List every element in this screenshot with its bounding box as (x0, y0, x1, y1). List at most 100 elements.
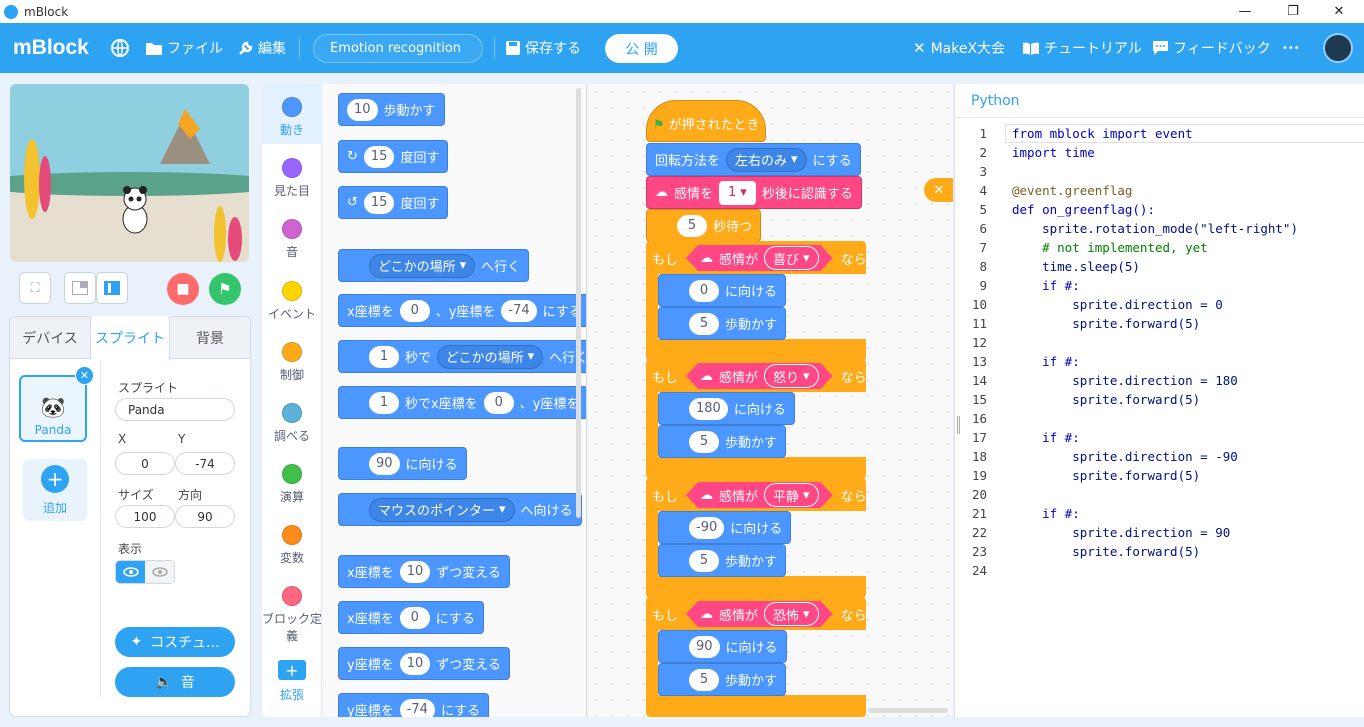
value-oval[interactable]: -90 (689, 516, 725, 539)
goto-dropdown[interactable]: どこかの場所 ▾ (369, 253, 476, 278)
value-oval[interactable]: 90 (369, 452, 400, 475)
move-steps-block[interactable]: 5 歩動かす (658, 425, 787, 458)
move-steps-block[interactable]: 5 歩動かす (658, 544, 787, 577)
sprite-thumbnail[interactable]: 🐼 Panda (19, 375, 87, 442)
rotation-dropdown[interactable]: 左右のみ ▾ (726, 147, 807, 172)
move-steps-block[interactable]: 10 歩動かす (338, 93, 445, 126)
value-oval[interactable]: 10 (347, 98, 378, 121)
stage-canvas[interactable] (10, 84, 249, 262)
x-input[interactable]: 0 (115, 452, 175, 475)
category-item[interactable]: 変数 (262, 525, 322, 566)
value-oval[interactable]: 5 (677, 214, 707, 237)
set-y-block[interactable]: y座標を -74 にする (338, 693, 490, 717)
small-stage-button[interactable] (64, 272, 96, 304)
edit-menu[interactable]: 編集 (238, 23, 286, 73)
value-oval[interactable]: 5 (689, 430, 719, 453)
change-y-block[interactable]: y座標を 10 ずつ変える (338, 647, 510, 680)
value-oval[interactable]: 1 (369, 391, 399, 414)
change-x-block[interactable]: x座標を 10 ずつ変える (338, 555, 510, 588)
emotion-dropdown[interactable]: 恐怖 ▾ (764, 602, 819, 626)
value-oval[interactable]: 15 (363, 145, 395, 168)
goto-block[interactable]: どこかの場所 ▾ へ行く (338, 249, 530, 282)
size-input[interactable]: 100 (115, 505, 175, 528)
user-avatar[interactable] (1323, 33, 1353, 63)
turn-right-block[interactable]: ↻ 15 度回す (338, 140, 449, 173)
value-oval[interactable]: 90 (689, 635, 720, 658)
value-oval[interactable]: 10 (399, 560, 431, 583)
fullscreen-button[interactable]: ⛶ (19, 272, 51, 304)
seconds-dropdown[interactable]: 1 ▾ (719, 180, 756, 205)
extension-button[interactable]: + 拡張 (262, 660, 322, 703)
turn-left-block[interactable]: ↺ 15 度回す (338, 186, 449, 219)
point-direction-block[interactable]: -90 に向ける (658, 511, 792, 544)
value-oval[interactable]: -74 (501, 299, 537, 322)
value-oval[interactable]: 0 (483, 391, 514, 414)
point-direction-block[interactable]: 90 に向ける (338, 447, 467, 480)
makex-link[interactable]: ✕ MakeX大会 (913, 23, 1005, 73)
hide-eye-icon[interactable] (145, 561, 174, 583)
move-steps-block[interactable]: 5 歩動かす (658, 307, 787, 340)
maximize-button[interactable]: ❐ (1270, 0, 1316, 23)
set-x-block[interactable]: x座標を 0 にする (338, 601, 484, 634)
category-item[interactable]: ブロック定義 (262, 586, 322, 644)
glide-dropdown[interactable]: どこかの場所 ▾ (437, 344, 544, 369)
add-sprite-button[interactable]: + 追加 (23, 459, 87, 521)
show-eye-icon[interactable] (116, 561, 145, 583)
large-stage-button[interactable] (96, 272, 128, 304)
panda-sprite[interactable] (122, 186, 148, 234)
tutorial-link[interactable]: チュートリアル (1023, 23, 1142, 73)
point-direction-block[interactable]: 180 に向ける (658, 392, 795, 425)
sprite-name-input[interactable]: Panda (115, 398, 235, 421)
recognize-emotion-block[interactable]: ☁ 感情を 1 ▾ 秒後に認識する (646, 176, 862, 209)
emotion-dropdown[interactable]: 平静 ▾ (764, 483, 819, 507)
project-name-input[interactable]: Emotion recognition (313, 34, 483, 63)
value-oval[interactable]: 5 (689, 312, 719, 335)
feedback-link[interactable]: フィードバック (1153, 23, 1271, 73)
point-direction-block[interactable]: 90 に向ける (658, 630, 787, 663)
tab-backdrop[interactable]: 背景 (170, 316, 250, 359)
category-item[interactable]: 動き (262, 97, 322, 138)
glide-block[interactable]: 1 秒で どこかの場所 ▾ へ行く (338, 340, 586, 373)
direction-input[interactable]: 90 (175, 505, 235, 528)
emotion-dropdown[interactable]: 怒り ▾ (764, 364, 819, 388)
value-oval[interactable]: 15 (363, 191, 395, 214)
delete-sprite-icon[interactable]: ✕ (75, 366, 94, 385)
publish-button[interactable]: 公 開 (605, 34, 678, 63)
close-code-panel-icon[interactable]: ✕ (924, 178, 953, 202)
category-item[interactable]: 見た目 (262, 158, 322, 199)
value-oval[interactable]: 180 (689, 397, 728, 420)
rotation-style-block[interactable]: 回転方法を 左右のみ ▾ にする (646, 143, 861, 176)
category-item[interactable]: イベント (262, 281, 322, 322)
script-workspace[interactable]: ⚑ が押されたとき 回転方法を 左右のみ ▾ にする ☁ 感情を 1 ▾ 秒後に認識する 5 秒待… (588, 84, 953, 717)
emotion-condition[interactable]: ☁ 感情が 恐怖 ▾ (686, 601, 833, 627)
value-oval[interactable]: 5 (689, 668, 719, 691)
resize-handle[interactable] (957, 416, 960, 434)
globe-icon[interactable] (110, 23, 130, 73)
wait-block[interactable]: 5 秒待つ (646, 209, 762, 242)
value-oval[interactable]: 10 (399, 652, 431, 675)
category-item[interactable]: 演算 (262, 464, 322, 505)
value-oval[interactable]: -74 (399, 698, 435, 717)
value-oval[interactable]: 0 (689, 279, 719, 302)
more-menu-button[interactable]: ••• (1282, 23, 1300, 73)
value-oval[interactable]: 0 (399, 299, 430, 322)
stop-button[interactable]: ■ (167, 273, 199, 305)
category-item[interactable]: 音 (262, 219, 322, 260)
sound-button[interactable]: 🔈 音 (115, 667, 235, 697)
pointto-dropdown[interactable]: マウスのポインター ▾ (369, 497, 515, 522)
close-window-button[interactable]: ✕ (1316, 0, 1362, 23)
tab-device[interactable]: デバイス (10, 316, 90, 359)
emotion-dropdown[interactable]: 喜び ▾ (764, 246, 819, 270)
workspace-scrollbar[interactable] (868, 708, 948, 713)
emotion-condition[interactable]: ☁ 感情が 平静 ▾ (686, 482, 833, 508)
green-flag-button[interactable]: ⚑ (209, 273, 241, 305)
point-direction-block[interactable]: 0 に向ける (658, 274, 787, 307)
value-oval[interactable]: 1 (369, 345, 399, 368)
when-flag-clicked-block[interactable]: ⚑ が押されたとき (646, 100, 766, 142)
tab-sprite[interactable]: スプライト (90, 316, 170, 360)
save-button[interactable]: 保存する (506, 23, 581, 73)
y-input[interactable]: -74 (175, 452, 235, 475)
value-oval[interactable]: 0 (399, 606, 430, 629)
move-steps-block[interactable]: 5 歩動かす (658, 663, 787, 696)
point-towards-block[interactable]: マウスのポインター ▾ へ向ける (338, 493, 582, 526)
